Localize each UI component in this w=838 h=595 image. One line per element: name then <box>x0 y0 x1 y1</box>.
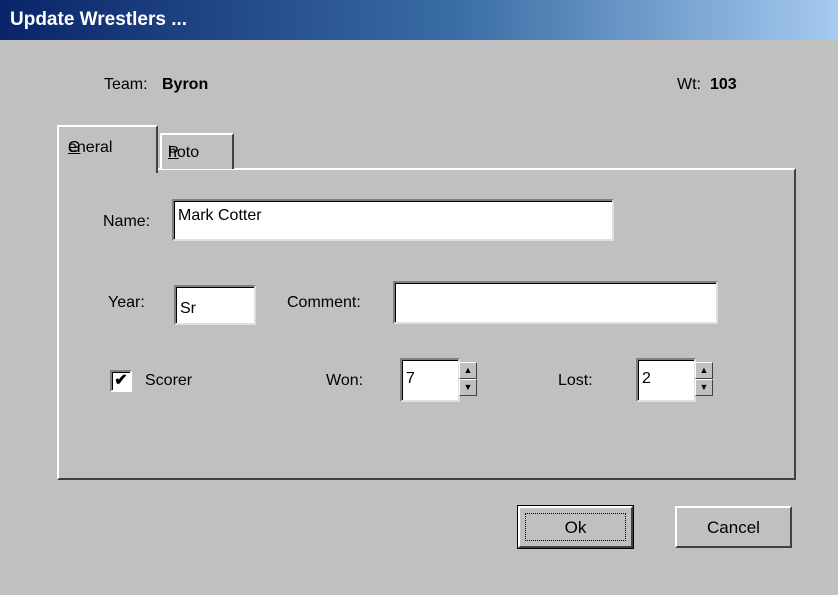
team-label: Team: <box>104 76 148 93</box>
tab-photo-label: hoto <box>168 144 200 161</box>
year-field[interactable]: Sr <box>174 285 256 325</box>
tab-general[interactable]: General <box>57 125 158 173</box>
team-value: Byron <box>162 76 209 93</box>
weight-label: Wt: <box>677 76 701 93</box>
lost-label: Lost: <box>558 372 593 389</box>
won-label: Won: <box>326 372 364 389</box>
name-label: Name: <box>103 213 151 230</box>
tab-general-label: eneral <box>68 139 113 156</box>
won-down-arrow-icon[interactable]: ▼ <box>459 379 477 396</box>
cancel-button-label: Cancel <box>707 518 760 537</box>
comment-field[interactable] <box>393 281 718 324</box>
lost-spinner[interactable]: ▲ ▼ <box>695 362 713 396</box>
weight-value: 103 <box>710 76 737 93</box>
won-spinner[interactable]: ▲ ▼ <box>459 362 477 396</box>
year-label: Year: <box>108 294 145 311</box>
lost-up-arrow-icon[interactable]: ▲ <box>695 362 713 379</box>
scorer-checkbox[interactable]: ✔ <box>110 370 132 392</box>
tab-photo[interactable]: Photo <box>160 133 234 169</box>
won-input[interactable]: 7 <box>400 358 460 402</box>
window-title: Update Wrestlers ... <box>10 9 188 30</box>
cancel-button[interactable]: Cancel <box>675 506 792 548</box>
won-up-arrow-icon[interactable]: ▲ <box>459 362 477 379</box>
ok-button[interactable]: Ok <box>517 505 634 549</box>
scorer-label: Scorer <box>145 372 193 389</box>
comment-label: Comment: <box>287 294 361 311</box>
name-field[interactable]: Mark Cotter <box>172 199 614 241</box>
lost-down-arrow-icon[interactable]: ▼ <box>695 379 713 396</box>
title-bar[interactable]: Update Wrestlers ... <box>0 0 838 40</box>
lost-input[interactable]: 2 <box>636 358 696 402</box>
ok-button-label: Ok <box>564 518 587 537</box>
